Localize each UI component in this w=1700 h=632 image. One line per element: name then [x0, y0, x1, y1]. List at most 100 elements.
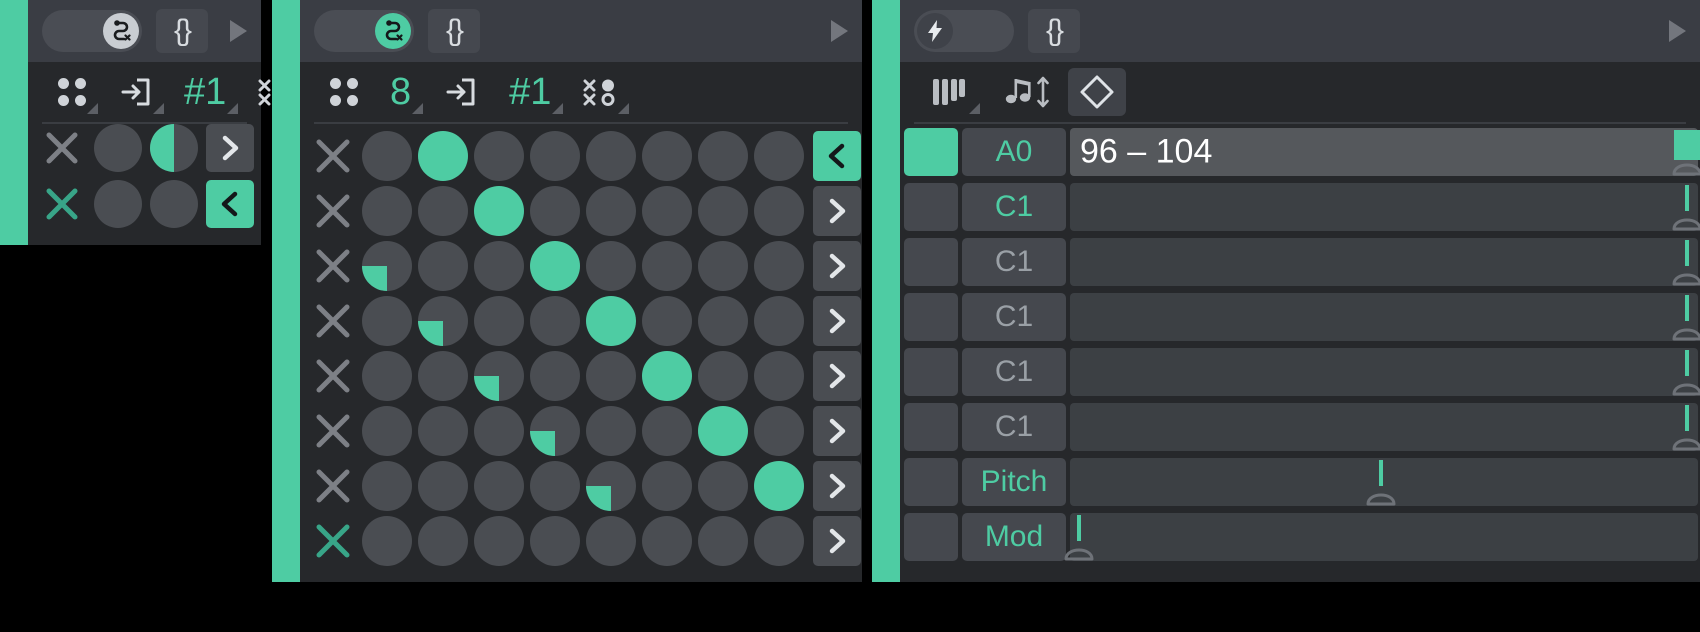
left-panel-mode-toggle[interactable]	[42, 10, 142, 52]
lane-slider-handle[interactable]	[1366, 458, 1396, 506]
step-pad[interactable]	[473, 460, 524, 511]
step-cell[interactable]	[751, 293, 806, 348]
right-panel-braces-button[interactable]: {}	[1028, 9, 1080, 53]
step-pad[interactable]	[585, 460, 636, 511]
enter-box-icon[interactable]	[102, 62, 168, 122]
lane-enable-checkbox[interactable]	[904, 293, 958, 341]
step-cell[interactable]	[583, 513, 638, 568]
x-icon[interactable]	[308, 461, 358, 511]
step-pad[interactable]	[361, 350, 412, 401]
step-cell[interactable]	[527, 238, 582, 293]
x-icon[interactable]	[308, 406, 358, 456]
chevron-left-icon[interactable]	[206, 180, 254, 228]
middle-panel-steps-tool[interactable]: 8	[374, 62, 427, 122]
step-pad[interactable]	[697, 185, 748, 236]
step-pad[interactable]	[697, 460, 748, 511]
lane-slider-track[interactable]: 96 – 104	[1070, 128, 1700, 176]
step-cell[interactable]	[695, 183, 750, 238]
chevron-right-icon[interactable]	[813, 460, 861, 511]
middle-panel-mode-toggle[interactable]	[314, 10, 414, 52]
step-pad[interactable]	[641, 130, 692, 181]
lane-enable-checkbox[interactable]	[904, 458, 958, 506]
step-cell[interactable]	[415, 128, 470, 183]
step-pad[interactable]	[417, 240, 468, 291]
lane-slider-track[interactable]	[1064, 513, 1698, 561]
play-triangle-icon[interactable]	[230, 20, 247, 42]
step-pad[interactable]	[753, 185, 804, 236]
step-pad[interactable]	[529, 295, 580, 346]
step-pad[interactable]	[361, 460, 412, 511]
diamond-icon[interactable]	[1068, 68, 1126, 116]
x-icon[interactable]	[308, 241, 358, 291]
step-pad[interactable]	[697, 240, 748, 291]
step-pad[interactable]	[697, 130, 748, 181]
chevron-right-icon[interactable]	[813, 240, 861, 291]
step-cell[interactable]	[583, 348, 638, 403]
pad[interactable]	[94, 124, 142, 172]
step-pad[interactable]	[417, 405, 468, 456]
pad[interactable]	[150, 180, 198, 228]
step-pad[interactable]	[641, 185, 692, 236]
x-icon[interactable]	[38, 180, 86, 228]
step-cell[interactable]	[751, 403, 806, 458]
chevron-right-icon[interactable]	[813, 405, 861, 456]
step-pad[interactable]	[585, 240, 636, 291]
step-cell[interactable]	[639, 238, 694, 293]
lane-slider-handle[interactable]	[1672, 238, 1700, 286]
middle-panel-braces-button[interactable]: {}	[428, 9, 480, 53]
lane-name-label[interactable]: C1	[962, 183, 1066, 231]
lane-slider-handle[interactable]	[1672, 348, 1700, 396]
step-pad[interactable]	[641, 240, 692, 291]
four-dots-icon[interactable]	[42, 62, 102, 122]
lane-name-label[interactable]: A0	[962, 128, 1066, 176]
lane-slider-track[interactable]	[1070, 293, 1700, 341]
pad[interactable]	[94, 180, 142, 228]
step-pad[interactable]	[697, 515, 748, 566]
step-cell[interactable]	[471, 293, 526, 348]
lane-slider-handle[interactable]	[1064, 513, 1094, 561]
step-pad[interactable]	[417, 185, 468, 236]
step-cell[interactable]	[639, 183, 694, 238]
step-cell[interactable]	[583, 293, 638, 348]
chevron-left-icon[interactable]	[813, 130, 861, 181]
step-cell[interactable]	[639, 348, 694, 403]
play-triangle-icon[interactable]	[831, 20, 848, 42]
step-cell[interactable]	[695, 293, 750, 348]
step-pad[interactable]	[753, 295, 804, 346]
play-triangle-icon[interactable]	[1669, 20, 1686, 42]
step-cell[interactable]	[359, 128, 414, 183]
step-pad[interactable]	[473, 185, 524, 236]
step-cell[interactable]	[415, 293, 470, 348]
step-pad[interactable]	[585, 130, 636, 181]
piano-keys-icon[interactable]	[914, 62, 984, 122]
step-cell[interactable]	[527, 348, 582, 403]
step-pad[interactable]	[473, 130, 524, 181]
step-cell[interactable]	[751, 348, 806, 403]
lane-name-label[interactable]: C1	[962, 403, 1066, 451]
step-pad[interactable]	[473, 350, 524, 401]
step-cell[interactable]	[415, 458, 470, 513]
step-cell[interactable]	[471, 238, 526, 293]
step-pad[interactable]	[641, 350, 692, 401]
step-pad[interactable]	[585, 515, 636, 566]
step-cell[interactable]	[695, 458, 750, 513]
step-pad[interactable]	[473, 240, 524, 291]
lane-name-label[interactable]: C1	[962, 293, 1066, 341]
lane-slider-track[interactable]	[1070, 403, 1700, 451]
step-cell[interactable]	[359, 348, 414, 403]
lane-slider-handle[interactable]	[1672, 128, 1700, 176]
step-cell[interactable]	[359, 513, 414, 568]
step-pad[interactable]	[529, 460, 580, 511]
step-pad[interactable]	[361, 130, 412, 181]
step-cell[interactable]	[751, 183, 806, 238]
step-cell[interactable]	[751, 128, 806, 183]
lane-name-label[interactable]: Pitch	[962, 458, 1066, 506]
chevron-right-icon[interactable]	[813, 350, 861, 401]
step-cell[interactable]	[527, 403, 582, 458]
step-cell[interactable]	[359, 293, 414, 348]
step-pad[interactable]	[585, 405, 636, 456]
step-cell[interactable]	[415, 183, 470, 238]
step-pad[interactable]	[529, 240, 580, 291]
step-pad[interactable]	[361, 295, 412, 346]
step-pad[interactable]	[641, 460, 692, 511]
